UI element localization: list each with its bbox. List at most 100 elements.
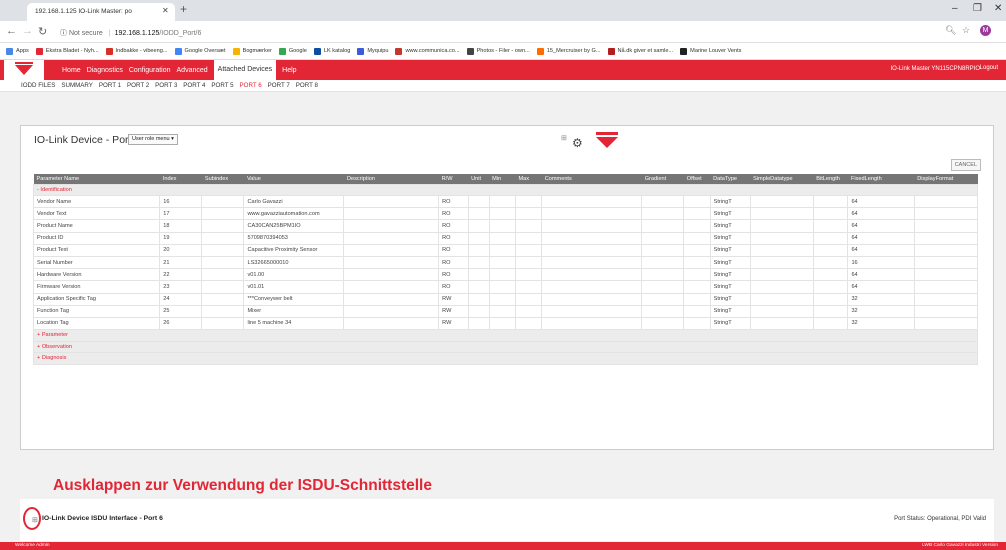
- subnav-port-7[interactable]: PORT 7: [268, 82, 290, 89]
- new-tab-icon[interactable]: +: [180, 2, 187, 16]
- back-icon[interactable]: ←: [6, 25, 17, 37]
- subnav-port-6[interactable]: PORT 6: [240, 82, 262, 89]
- bookmark-item[interactable]: 15_Mercruiser by G...: [536, 47, 601, 55]
- forward-icon[interactable]: →: [22, 25, 33, 37]
- carlo-gavazzi-logo[interactable]: [4, 60, 44, 80]
- bookmark-item[interactable]: Indbakke - vibeeng...: [105, 47, 168, 55]
- column-header[interactable]: SimpleDatatype: [750, 174, 814, 184]
- table-cell: Location Tag: [32, 316, 161, 331]
- bookmark-item[interactable]: Apps: [6, 47, 29, 55]
- footer: Welcome Admin LWB Carlo Gavazzi Industri…: [0, 542, 1006, 550]
- menu-item-home[interactable]: Home: [62, 67, 81, 74]
- bookmark-label: Google: [288, 48, 307, 54]
- subnav-port-8[interactable]: PORT 8: [296, 82, 318, 89]
- isdu-title[interactable]: IO-Link Device ISDU Interface - Port 6: [42, 515, 163, 522]
- group-label[interactable]: + Observation: [33, 340, 978, 354]
- restore-icon[interactable]: ❐: [973, 3, 982, 14]
- cancel-button[interactable]: CANCEL: [950, 159, 981, 171]
- expand-toggle-icon[interactable]: ⊞: [561, 134, 567, 142]
- column-header[interactable]: Value: [243, 174, 344, 184]
- zoom-icon[interactable]: 🔍︎: [945, 25, 956, 36]
- group-row[interactable]: + Observation: [33, 340, 978, 354]
- subnav-port-3[interactable]: PORT 3: [155, 82, 177, 89]
- column-header[interactable]: Description: [343, 174, 439, 184]
- address-input[interactable]: ⓘ Not secure | 192.168.1.125/IODD_Port/6: [60, 24, 940, 40]
- table-cell: [641, 280, 685, 294]
- column-header[interactable]: DataType: [710, 174, 751, 184]
- bookmark-item[interactable]: Nå.dk giver et samle...: [607, 47, 674, 55]
- column-header[interactable]: Subindex: [201, 174, 244, 184]
- close-icon[interactable]: ✕: [162, 6, 169, 15]
- minimize-icon[interactable]: –: [952, 3, 958, 14]
- table-cell: [467, 255, 490, 270]
- bookmark-item[interactable]: Marine Louver Vents: [680, 47, 741, 55]
- table-cell: 64: [847, 243, 915, 257]
- group-row[interactable]: + Parameter: [33, 329, 978, 342]
- tab-title: 192.168.1.125 IO-Link Master: po: [35, 8, 132, 15]
- bookmark-item[interactable]: Ekstra Bladet - Nyh...: [35, 47, 99, 55]
- table-cell[interactable]: Mixer: [243, 304, 345, 318]
- subnav-port-5[interactable]: PORT 5: [211, 82, 233, 89]
- group-label[interactable]: - Identification: [33, 183, 978, 196]
- table-cell: RO: [438, 207, 469, 221]
- info-icon[interactable]: ⓘ: [60, 30, 67, 37]
- bookmark-item[interactable]: www.communica.co...: [395, 47, 460, 55]
- avatar[interactable]: M: [980, 25, 991, 36]
- bookmark-item[interactable]: Google: [278, 47, 307, 55]
- group-label[interactable]: + Diagnosis: [33, 352, 978, 365]
- subnav-port-4[interactable]: PORT 4: [183, 82, 205, 89]
- menu-item-help[interactable]: Help: [282, 67, 296, 74]
- table-cell[interactable]: ***Conveywer belt: [243, 292, 345, 306]
- table-cell: 32: [847, 304, 915, 318]
- column-header[interactable]: FixedLength: [847, 174, 915, 184]
- table-cell[interactable]: line 5 machine 34: [243, 316, 345, 331]
- bookmark-item[interactable]: Photos - Filer - own...: [466, 47, 530, 55]
- column-header[interactable]: R/W: [438, 174, 469, 184]
- bookmark-item[interactable]: LK katalog: [313, 47, 350, 55]
- group-row[interactable]: + Diagnosis: [33, 352, 978, 365]
- table-cell: [641, 207, 685, 221]
- expand-isdu-icon[interactable]: ⊞: [32, 516, 38, 524]
- table-cell: Product Text: [32, 243, 161, 257]
- subnav-summary[interactable]: SUMMARY: [61, 82, 93, 89]
- reload-icon[interactable]: ↻: [38, 25, 47, 38]
- column-header[interactable]: Index: [159, 174, 202, 184]
- logout-link[interactable]: Logout: [980, 65, 998, 71]
- table-cell: Product ID: [32, 231, 161, 245]
- main-menu: Home Diagnostics Configuration Advanced Atta…: [62, 60, 303, 80]
- bookmark-item[interactable]: Bogmærker: [232, 47, 272, 55]
- column-header[interactable]: Min: [489, 174, 516, 184]
- column-header[interactable]: Parameter Name: [33, 174, 160, 184]
- settings-icon[interactable]: ⚙: [572, 136, 583, 150]
- column-header[interactable]: Gradient: [641, 174, 684, 184]
- bookmark-item[interactable]: Myquipu: [357, 47, 388, 55]
- menu-item-advanced[interactable]: Advanced: [177, 67, 208, 74]
- table-cell: [541, 316, 643, 331]
- table-cell: [541, 243, 643, 257]
- subnav-port-1[interactable]: PORT 1: [99, 82, 121, 89]
- table-cell: StringT: [709, 304, 751, 318]
- group-label[interactable]: + Parameter: [33, 329, 978, 342]
- menu-item-diagnostics[interactable]: Diagnostics: [87, 67, 123, 74]
- browser-tab[interactable]: 192.168.1.125 IO-Link Master: po ✕: [27, 3, 175, 21]
- bookmark-icon: [278, 47, 286, 55]
- star-icon[interactable]: ☆: [962, 25, 970, 36]
- menu-item-attached-devices[interactable]: Attached Devices: [213, 60, 277, 80]
- table-cell: Serial Number: [32, 255, 161, 270]
- table-cell: [514, 207, 543, 221]
- window-close-icon[interactable]: ✕: [994, 3, 1002, 14]
- bookmark-label: Nå.dk giver et samle...: [617, 48, 674, 54]
- column-header[interactable]: BitLength: [813, 174, 848, 184]
- column-header[interactable]: Offset: [683, 174, 711, 184]
- group-row[interactable]: - Identification: [33, 183, 978, 196]
- column-header[interactable]: DisplayFormat: [914, 174, 978, 184]
- subnav-port-2[interactable]: PORT 2: [127, 82, 149, 89]
- menu-item-configuration[interactable]: Configuration: [129, 67, 171, 74]
- subnav-iodd-files[interactable]: IODD FILES: [21, 82, 55, 89]
- user-role-select[interactable]: User role menu ▾: [128, 134, 178, 145]
- column-header[interactable]: Comments: [541, 174, 642, 184]
- column-header[interactable]: Max: [515, 174, 542, 184]
- column-header[interactable]: Unit: [468, 174, 490, 184]
- bookmark-item[interactable]: Google Oversæt: [174, 47, 226, 55]
- table-cell: StringT: [709, 292, 751, 306]
